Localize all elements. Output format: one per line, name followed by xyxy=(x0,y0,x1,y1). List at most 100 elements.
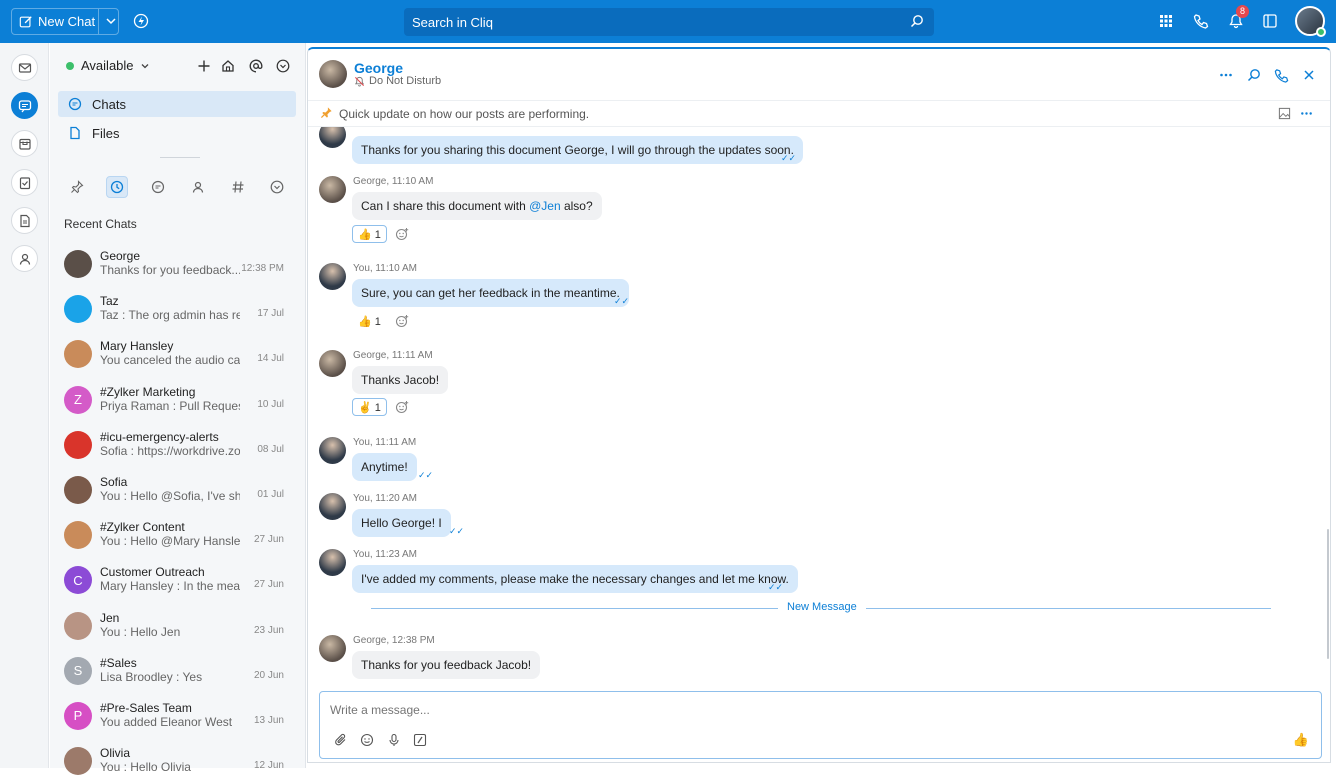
chat-icon[interactable] xyxy=(11,92,38,119)
avatar[interactable] xyxy=(319,437,346,464)
avatar[interactable] xyxy=(319,127,346,148)
avatar: S xyxy=(64,656,92,685)
chevron-down-icon[interactable] xyxy=(104,14,118,28)
more-horizontal-icon[interactable] xyxy=(1218,67,1234,83)
close-icon[interactable] xyxy=(1301,67,1317,83)
chat-list-item[interactable]: P #Pre-Sales Team You added Eleanor West 13… xyxy=(50,693,306,738)
chat-list-item[interactable]: SofiaYou : Hello @Sofia, I've shar... 01 … xyxy=(50,467,306,512)
message-bubble[interactable]: Thanks for you feedback Jacob! xyxy=(352,651,541,679)
message-text: also? xyxy=(560,199,593,213)
avatar xyxy=(64,295,92,324)
mail-icon[interactable] xyxy=(11,54,38,81)
avatar xyxy=(64,475,92,504)
reaction-chip[interactable]: ✌ 1 xyxy=(352,398,387,416)
more-options-icon[interactable] xyxy=(274,57,292,75)
attach-icon[interactable] xyxy=(333,732,349,748)
chat-list-item[interactable]: #icu-emergency-alerts Sofia : https://wor… xyxy=(50,422,306,467)
avatar[interactable] xyxy=(319,350,346,377)
message-meta: You, 11:10 AM xyxy=(353,263,417,274)
phone-icon[interactable] xyxy=(1191,11,1211,31)
pinned-filter-icon[interactable] xyxy=(66,176,88,198)
chat-list-item[interactable]: George Thanks for you feedback... 12:38 PM xyxy=(50,241,306,286)
contact-status: Do Not Disturb xyxy=(354,75,441,87)
chat-time: 12:38 PM xyxy=(241,263,284,274)
chat-time: 10 Jul xyxy=(257,398,284,410)
contact-name[interactable]: George xyxy=(354,60,403,76)
panel-toggle-icon[interactable] xyxy=(1260,11,1280,31)
message-meta: You, 11:23 AM xyxy=(353,549,417,560)
chat-list-item[interactable]: S #Sales Lisa Broodley : Yes 20 Jun xyxy=(50,648,306,693)
new-chat-button[interactable]: New Chat xyxy=(11,8,119,35)
bolt-icon[interactable] xyxy=(131,11,151,31)
thumbs-up-icon[interactable]: 👍 xyxy=(1293,732,1309,748)
reaction-chip[interactable]: 👍 1 xyxy=(352,225,387,243)
chat-list-item[interactable]: Olivia You : Hello Olivia 12 Jun xyxy=(50,738,306,783)
image-icon[interactable] xyxy=(1278,107,1291,123)
calendar-icon[interactable] xyxy=(11,130,38,157)
mentions-icon[interactable] xyxy=(247,57,265,75)
chat-list-item[interactable]: Mary Hansley You canceled the audio call 1… xyxy=(50,331,306,376)
more-filter-icon[interactable] xyxy=(266,176,288,198)
add-icon[interactable] xyxy=(195,57,213,75)
call-icon[interactable] xyxy=(1273,67,1289,83)
mention-link[interactable]: @Jen xyxy=(529,199,561,213)
nav-files[interactable]: Files xyxy=(58,120,296,146)
home-icon[interactable] xyxy=(219,57,237,75)
status-dot xyxy=(66,61,74,70)
message-bubble[interactable]: Anytime! xyxy=(352,453,417,481)
chat-scrollbar[interactable] xyxy=(1327,529,1329,659)
tasks-icon[interactable] xyxy=(11,169,38,196)
notes-icon[interactable] xyxy=(11,207,38,234)
recent-filter-icon[interactable] xyxy=(106,176,128,198)
avatar[interactable] xyxy=(319,635,346,662)
avatar[interactable] xyxy=(319,493,346,520)
message-input[interactable] xyxy=(330,700,1230,720)
avatar xyxy=(64,521,92,550)
channels-filter-icon[interactable] xyxy=(227,176,249,198)
chat-preview: You canceled the audio call xyxy=(100,353,240,368)
search-input[interactable]: Search in Cliq xyxy=(404,8,934,36)
chat-list-item[interactable]: #Zylker ContentYou : Hello @Mary Hansley… xyxy=(50,512,306,557)
search-in-chat-icon[interactable] xyxy=(1246,67,1262,83)
status-selector[interactable]: Available xyxy=(66,58,150,73)
avatar[interactable] xyxy=(319,263,346,290)
message-bubble[interactable]: Thanks Jacob! xyxy=(352,366,449,394)
add-reaction-icon[interactable] xyxy=(395,400,409,414)
avatar: Z xyxy=(64,385,92,414)
contacts-filter-icon[interactable] xyxy=(187,176,209,198)
message-bubble[interactable]: Thanks for you sharing this document Geo… xyxy=(352,136,803,164)
chat-name: George xyxy=(100,249,141,263)
format-text-icon[interactable] xyxy=(412,732,428,748)
reaction-chip[interactable]: 👍 1 xyxy=(352,312,387,330)
pin-more-icon[interactable] xyxy=(1300,107,1313,123)
add-reaction-icon[interactable] xyxy=(395,314,409,328)
chat-list-item[interactable]: C Customer Outreach Mary Hansley : In the … xyxy=(50,557,306,602)
message-bubble[interactable]: Can I share this document with @Jen also… xyxy=(352,192,602,220)
chat-list-item[interactable]: Jen You : Hello Jen 23 Jun xyxy=(50,603,306,648)
chat-bubble-icon xyxy=(67,96,83,112)
chats-filter-icon[interactable] xyxy=(147,176,169,198)
contact-avatar[interactable] xyxy=(319,60,347,88)
chat-name: #Pre-Sales Team xyxy=(100,700,192,715)
chat-list-item[interactable]: TazTaz : The org admin has rem... 17 Jul xyxy=(50,286,306,331)
new-chat-label: New Chat xyxy=(38,14,96,29)
microphone-icon[interactable] xyxy=(386,732,402,748)
message-text: Can I share this document with xyxy=(361,199,530,213)
message-bubble[interactable]: I've added my comments, please make the … xyxy=(352,565,798,593)
profile-avatar[interactable] xyxy=(1295,6,1326,37)
nav-chats[interactable]: Chats xyxy=(58,91,296,117)
pinned-message-bar[interactable]: Quick update on how our posts are perfor… xyxy=(308,100,1330,127)
contacts-icon[interactable] xyxy=(11,245,38,272)
read-receipt-icon: ✓✓ xyxy=(449,526,465,536)
chat-list-item[interactable]: Z #Zylker Marketing Priya Raman : Pull Req… xyxy=(50,377,306,422)
avatar[interactable] xyxy=(319,549,346,576)
add-reaction-icon[interactable] xyxy=(395,227,409,241)
avatar: C xyxy=(64,566,92,595)
avatar[interactable] xyxy=(319,176,346,203)
apps-grid-icon[interactable] xyxy=(1156,11,1176,31)
message-bubble[interactable]: Sure, you can get her feedback in the me… xyxy=(352,279,629,307)
emoji-icon[interactable] xyxy=(359,732,375,748)
chat-name: #Sales xyxy=(100,655,137,670)
message-meta: You, 11:20 AM xyxy=(353,493,417,504)
message-bubble[interactable]: Hello George! I xyxy=(352,509,451,537)
